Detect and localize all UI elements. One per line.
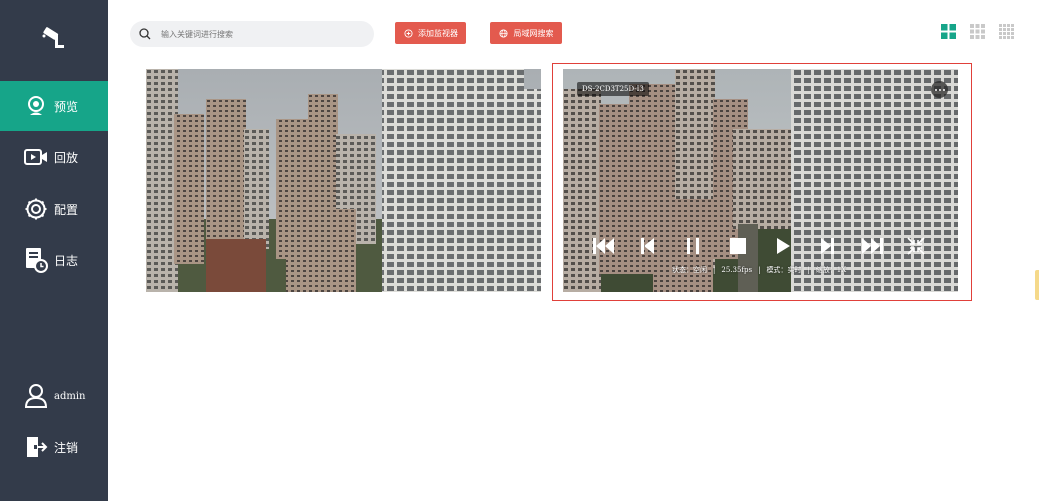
add-monitor-label: 添加监视器 [418, 28, 458, 38]
exit-fullscreen-icon[interactable] [905, 235, 927, 257]
play-icon[interactable] [772, 235, 794, 257]
globe-icon [499, 28, 509, 38]
playback-status-bar: 状态：空闲 | 25.35fps | 模式：实时 | 缩放：1X [669, 265, 849, 275]
log-document-icon [24, 248, 48, 273]
grid-4x4-icon[interactable] [999, 24, 1014, 39]
logout-label: 注销 [54, 440, 79, 455]
previous-frame-icon[interactable] [637, 235, 659, 257]
status-separator: | [807, 266, 810, 274]
side-drawer-handle[interactable] [1035, 270, 1039, 300]
username-label: admin [54, 390, 86, 402]
grid-3x3-icon[interactable] [970, 24, 985, 39]
logout-button[interactable]: 注销 [0, 422, 108, 472]
camera-feed-image [146, 69, 541, 292]
sidebar-item-config[interactable]: 配置 [0, 184, 108, 234]
more-options-button[interactable] [931, 81, 948, 98]
plus-circle-icon [403, 28, 413, 38]
lan-search-label: 局域网搜索 [513, 28, 554, 38]
status-zoom: 缩放：1X [815, 266, 847, 274]
user-icon [24, 384, 48, 408]
fast-rewind-icon[interactable] [593, 235, 615, 257]
sidebar-item-log[interactable]: 日志 [0, 235, 108, 285]
search-icon [139, 28, 151, 40]
gear-icon [24, 197, 48, 221]
sidebar-item-preview[interactable]: 预览 [0, 81, 108, 131]
camera-icon [38, 22, 70, 54]
webcam-icon [24, 94, 48, 118]
sidebar-item-playback[interactable]: 回放 [0, 132, 108, 182]
next-frame-icon[interactable] [816, 235, 838, 257]
video-tile-2[interactable]: DS-2CD3T25D-I3 状态：空闲 | 25.35fps | 模式：实时 | 缩放：1… [563, 69, 958, 292]
sidebar-item-label: 回放 [54, 150, 79, 165]
sidebar-item-label: 配置 [54, 202, 79, 217]
grid-2x2-icon[interactable] [941, 24, 956, 39]
status-fps: 25.35fps [721, 266, 753, 274]
status-separator: | [713, 266, 716, 274]
status-state: 状态：空闲 [672, 266, 707, 274]
video-tile-1[interactable] [146, 69, 541, 292]
pause-icon[interactable] [682, 235, 704, 257]
sidebar: 预览 回放 配置 日志 admin 注销 [0, 0, 108, 501]
logout-icon [24, 435, 48, 459]
fast-forward-icon[interactable] [861, 235, 883, 257]
user-menu[interactable]: admin [0, 371, 108, 421]
sidebar-item-label: 日志 [54, 253, 79, 268]
add-monitor-button[interactable]: 添加监视器 [395, 22, 466, 44]
stop-icon[interactable] [727, 235, 749, 257]
lan-search-button[interactable]: 局域网搜索 [490, 22, 562, 44]
video-play-icon [24, 145, 48, 169]
search-bar[interactable] [130, 21, 374, 47]
sidebar-item-label: 预览 [54, 99, 79, 114]
search-input[interactable] [159, 28, 343, 40]
status-mode: 模式：实时 [766, 266, 802, 274]
status-separator: | [758, 266, 761, 274]
camera-feed-image [563, 69, 958, 292]
camera-label: DS-2CD3T25D-I3 [577, 82, 649, 96]
